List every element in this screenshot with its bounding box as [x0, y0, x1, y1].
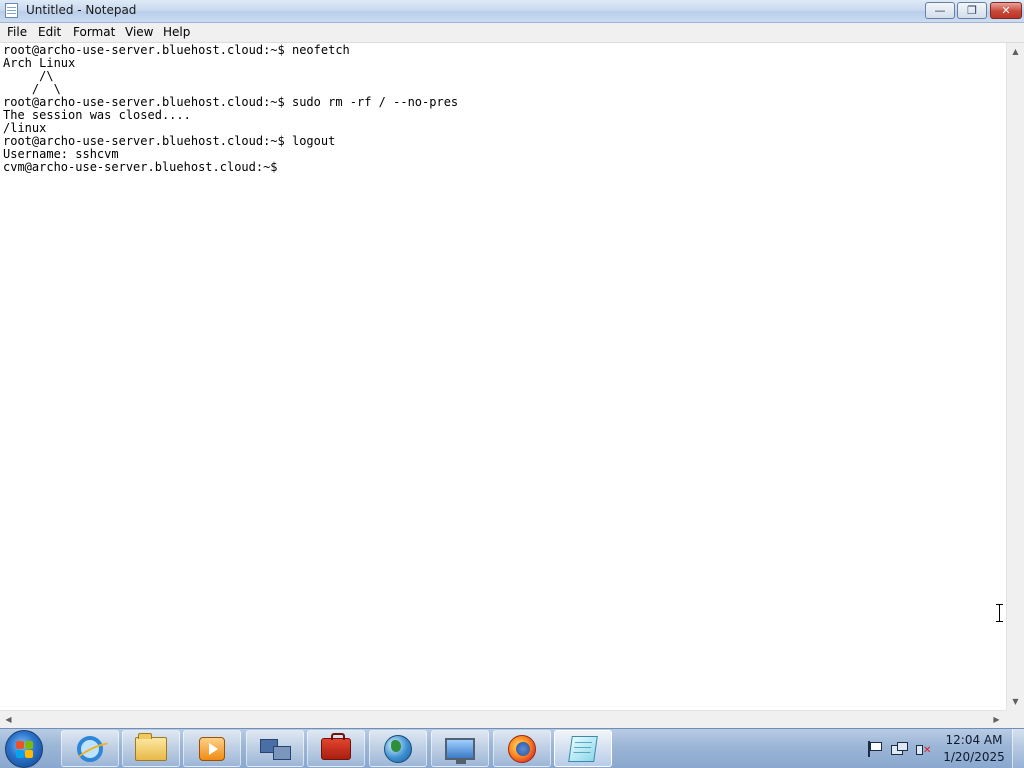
taskbar-item-globe[interactable] [369, 730, 427, 767]
taskbar-item-firefox[interactable] [493, 730, 551, 767]
clock-time: 12:04 AM [945, 733, 1003, 747]
notepad-app-icon[interactable] [5, 3, 18, 18]
window-title: Untitled - Notepad [26, 3, 137, 17]
firefox-icon [508, 734, 536, 763]
menu-view[interactable]: View [125, 25, 153, 39]
taskbar: 12:04 AM 1/20/2025 [0, 728, 1024, 768]
menu-file[interactable]: File [7, 25, 27, 39]
scroll-up-arrow-icon[interactable]: ▲ [1007, 43, 1024, 60]
action-center-flag-icon[interactable] [866, 741, 882, 757]
start-button[interactable] [5, 730, 43, 768]
editor-text[interactable]: root@archo-use-server.bluehost.cloud:~$ … [3, 44, 458, 174]
scroll-down-arrow-icon[interactable]: ▼ [1007, 693, 1024, 710]
minimize-button[interactable]: — [925, 2, 955, 19]
close-button[interactable]: ✕ [990, 2, 1022, 19]
network-status-icon[interactable] [891, 741, 908, 757]
remote-desktop-icon [445, 737, 475, 764]
show-desktop-button[interactable] [1012, 729, 1024, 768]
menu-help[interactable]: Help [163, 25, 190, 39]
title-bar[interactable]: Untitled - Notepad — ❐ ✕ [0, 0, 1024, 23]
taskbar-item-explorer[interactable] [122, 730, 180, 767]
globe-browser-icon [384, 734, 412, 763]
taskbar-item-ie[interactable] [61, 730, 119, 767]
scroll-left-arrow-icon[interactable]: ◀ [0, 711, 17, 728]
scroll-right-arrow-icon[interactable]: ▶ [988, 711, 1005, 728]
clock-date: 1/20/2025 [943, 750, 1005, 764]
vertical-scrollbar[interactable]: ▲ ▼ [1006, 43, 1024, 710]
maximize-button[interactable]: ❐ [957, 2, 987, 19]
mouse-ibeam-cursor-icon [996, 604, 1003, 622]
taskbar-item-network[interactable] [246, 730, 304, 767]
file-explorer-icon [135, 732, 167, 761]
notepad-icon [568, 735, 598, 762]
toolbox-icon [321, 732, 351, 760]
media-player-icon [199, 736, 225, 761]
text-editor-area[interactable]: root@archo-use-server.bluehost.cloud:~$ … [0, 43, 1006, 710]
network-computers-icon [260, 737, 291, 761]
horizontal-scrollbar[interactable]: ◀ ▶ [0, 710, 1006, 728]
menu-format[interactable]: Format [73, 25, 115, 39]
notepad-window: Untitled - Notepad — ❐ ✕ File Edit Forma… [0, 0, 1024, 728]
taskbar-item-notepad[interactable] [554, 730, 612, 767]
volume-muted-icon[interactable] [915, 741, 931, 757]
menu-edit[interactable]: Edit [38, 25, 61, 39]
system-clock[interactable]: 12:04 AM 1/20/2025 [936, 732, 1012, 766]
internet-explorer-icon [77, 735, 103, 762]
taskbar-item-media[interactable] [183, 730, 241, 767]
taskbar-item-remote-desktop[interactable] [431, 730, 489, 767]
resize-grip[interactable] [1006, 710, 1024, 728]
menu-bar: File Edit Format View Help [0, 23, 1024, 43]
taskbar-item-toolbox[interactable] [307, 730, 365, 767]
